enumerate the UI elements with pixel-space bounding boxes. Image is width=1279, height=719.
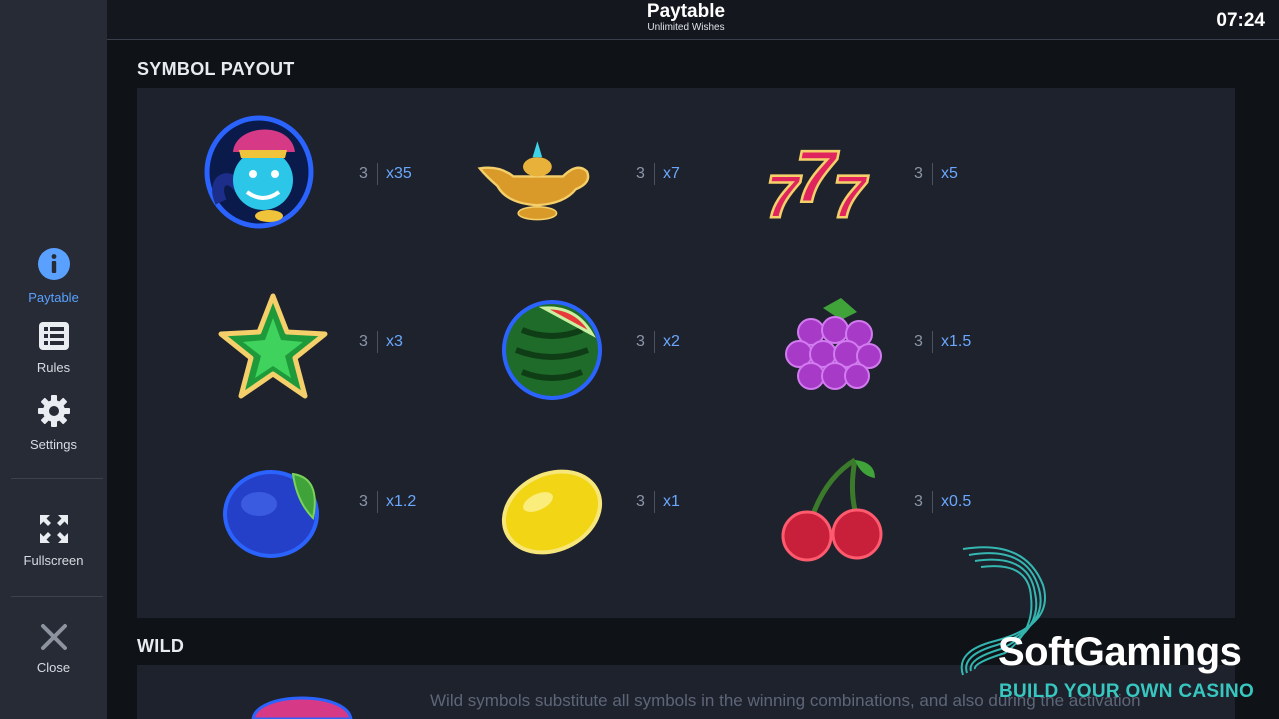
svg-text:7: 7 [833, 163, 869, 230]
clock: 07:24 [1216, 10, 1265, 31]
payout-multiplier: x1.5 [941, 333, 972, 351]
symbol-payout-panel: 3 x35 3 x7 7 7 7 3 x5 3 x3 3 x2 3 x1.5 3… [137, 88, 1235, 618]
payout-lemon: 3 x1 [636, 491, 680, 513]
watermelon-icon [502, 300, 602, 400]
game-name: Unlimited Wishes [647, 22, 725, 33]
payout-sevens: 3 x5 [914, 163, 958, 185]
sidebar-item-rules[interactable]: Rules [0, 321, 107, 375]
close-icon [40, 624, 67, 650]
payout-cherry: 3 x0.5 [914, 491, 971, 513]
star-icon [218, 293, 328, 399]
sidebar-divider [11, 478, 103, 479]
header-bar: Paytable Unlimited Wishes 07:24 [107, 0, 1279, 40]
payout-multiplier: x2 [663, 333, 680, 351]
sidebar-item-label: Fullscreen [23, 553, 84, 568]
sidebar-item-label: Settings [30, 437, 77, 452]
sidebar: Paytable Rules Settings Fullscreen Close [0, 0, 107, 719]
section-title-wild: WILD [137, 636, 185, 656]
payout-multiplier: x5 [941, 165, 958, 183]
lemon-icon [501, 469, 603, 555]
genie-icon [204, 115, 314, 229]
payout-count: 3 [914, 493, 923, 511]
payout-count: 3 [914, 165, 923, 183]
logo-name: SoftGamings [998, 630, 1242, 674]
payout-multiplier: x1 [663, 493, 680, 511]
grapes-icon [785, 298, 882, 390]
payout-lamp: 3 x7 [636, 163, 680, 185]
page-title: Paytable [646, 1, 726, 22]
genie-wild-icon [251, 696, 353, 719]
gear-icon [37, 395, 70, 427]
sidebar-item-label: Close [36, 660, 71, 675]
sidebar-item-paytable[interactable]: Paytable [0, 247, 107, 305]
sidebar-item-close[interactable]: Close [0, 623, 107, 675]
payout-count: 3 [359, 165, 368, 183]
fullscreen-icon [39, 515, 68, 543]
payout-multiplier: x3 [386, 333, 403, 351]
sevens-icon: 7 7 7 [765, 133, 870, 231]
payout-count: 3 [636, 165, 645, 183]
info-icon [37, 248, 70, 280]
lamp-icon [477, 141, 590, 221]
payout-multiplier: x0.5 [941, 493, 972, 511]
list-icon [38, 322, 69, 350]
payout-multiplier: x35 [386, 165, 412, 183]
payout-watermelon: 3 x2 [636, 331, 680, 353]
payout-grapes: 3 x1.5 [914, 331, 971, 353]
sidebar-item-fullscreen[interactable]: Fullscreen [0, 514, 107, 568]
payout-multiplier: x1.2 [386, 493, 417, 511]
cherry-icon [781, 457, 883, 562]
payout-count: 3 [636, 493, 645, 511]
sidebar-item-label: Rules [36, 360, 71, 375]
payout-star: 3 x3 [359, 331, 403, 353]
payout-plum: 3 x1.2 [359, 491, 416, 513]
payout-count: 3 [636, 333, 645, 351]
sidebar-divider [11, 596, 103, 597]
payout-count: 3 [359, 493, 368, 511]
plum-icon [223, 470, 319, 558]
payout-count: 3 [359, 333, 368, 351]
payout-count: 3 [914, 333, 923, 351]
sidebar-item-label: Paytable [28, 290, 79, 305]
payout-multiplier: x7 [663, 165, 680, 183]
logo-tagline: BUILD YOUR OWN CASINO [999, 681, 1255, 702]
sidebar-item-settings[interactable]: Settings [0, 394, 107, 452]
section-title-symbol-payout: SYMBOL PAYOUT [137, 59, 295, 79]
payout-genie: 3 x35 [359, 163, 412, 185]
